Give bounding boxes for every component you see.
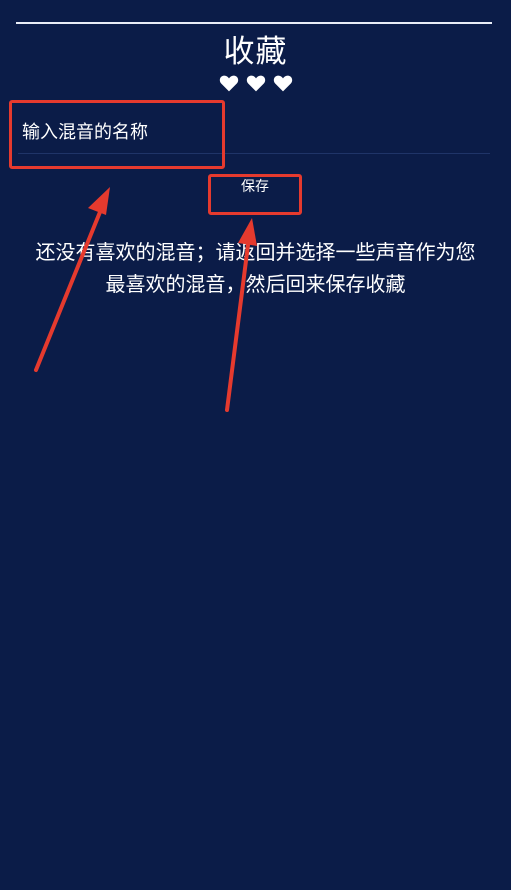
heart-icon (219, 73, 239, 93)
empty-favorites-message: 还没有喜欢的混音；请返回并选择一些声音作为您 最喜欢的混音，然后回来保存收藏 (10, 236, 501, 300)
hearts-row (0, 73, 511, 93)
highlight-box-save-button (208, 174, 302, 215)
empty-message-line-1: 还没有喜欢的混音；请返回并选择一些声音作为您 (35, 240, 476, 264)
page-title: 收藏 (223, 34, 288, 70)
heart-icon (273, 73, 293, 93)
heart-icon (246, 73, 266, 93)
highlight-box-name-input (9, 100, 225, 169)
top-divider (16, 22, 492, 24)
empty-message-line-2: 最喜欢的混音，然后回来保存收藏 (105, 272, 406, 296)
